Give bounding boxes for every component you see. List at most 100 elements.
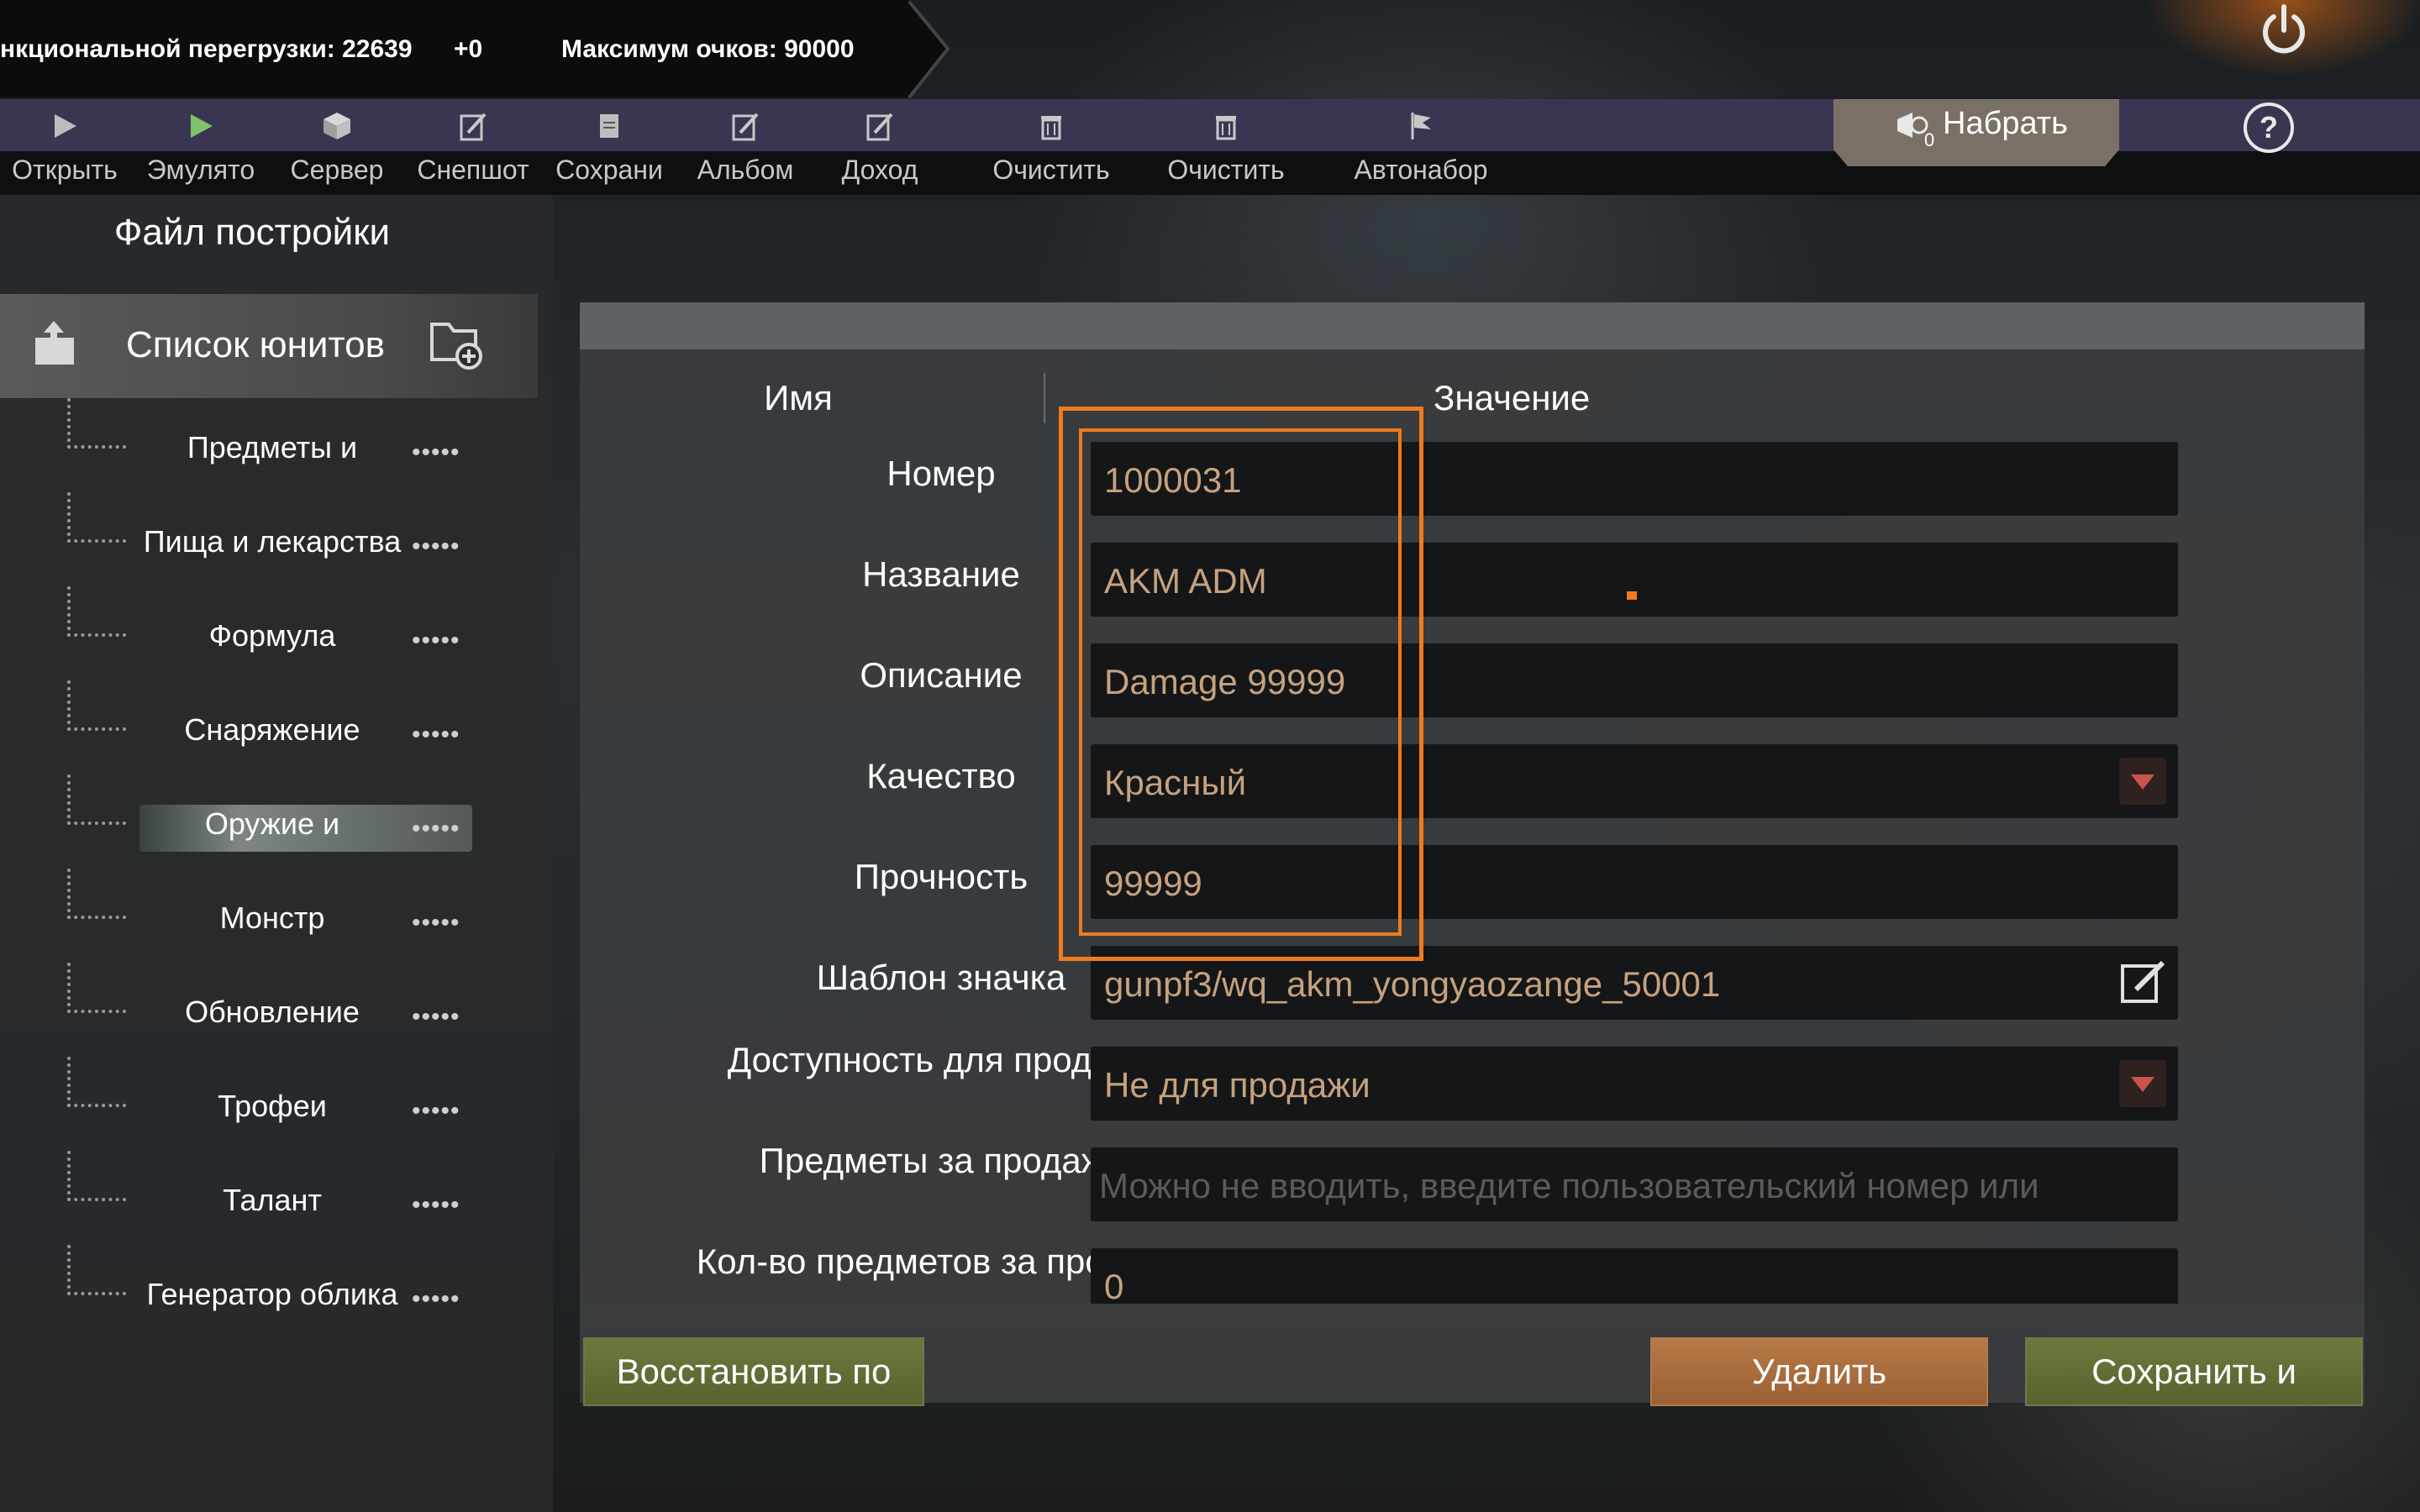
drag-handle-icon[interactable]: ••••• <box>412 1285 460 1314</box>
toolbar-server-button[interactable]: Сервер <box>274 101 400 193</box>
toolbar-clear-button-2[interactable]: Очистить <box>1163 101 1289 193</box>
sidebar-item-monster[interactable]: Монстр ••••• <box>0 869 538 963</box>
sidebar-item-weapons[interactable]: Оружие и ••••• <box>0 774 538 869</box>
panel-header <box>580 302 2365 349</box>
sidebar-item-items[interactable]: Предметы и ••••• <box>0 398 538 492</box>
scroll-clip <box>580 1304 2365 1334</box>
dropdown-arrow-icon[interactable] <box>2119 1060 2166 1107</box>
drag-handle-icon[interactable]: ••••• <box>412 815 460 843</box>
tree-connector <box>67 963 126 1013</box>
play-green-icon <box>191 114 213 138</box>
add-folder-icon[interactable] <box>427 316 486 371</box>
edit-icon[interactable] <box>2118 958 2168 1008</box>
sidebar-item-label: Обновление <box>185 995 360 1029</box>
sidebar-item-label: Формула <box>208 618 336 653</box>
tree-connector <box>67 398 126 449</box>
upload-folder-icon <box>35 321 74 365</box>
sidebar-item-formula[interactable]: Формула ••••• <box>0 586 538 680</box>
toolbar-album-button[interactable]: Альбом <box>682 101 808 193</box>
tree-connector <box>67 680 126 731</box>
help-icon[interactable]: ? <box>2242 101 2296 155</box>
toolbar-label: Очистить <box>1167 155 1285 185</box>
field-value: Не для продажи <box>1104 1065 1370 1105</box>
drag-handle-icon[interactable]: ••••• <box>412 1003 460 1032</box>
unit-list-label: Список юнитов <box>126 324 385 365</box>
overload-text: нкциональной перегрузки: 22639 <box>0 35 413 63</box>
overload-delta: +0 <box>454 35 483 63</box>
edit-icon <box>866 113 893 141</box>
dropdown-arrow-icon[interactable] <box>2119 758 2166 805</box>
toolbar-autoset-button[interactable]: Автонабор <box>1354 101 1488 193</box>
unit-list-header[interactable]: Список юнитов <box>0 294 538 398</box>
sidebar-item-appearance[interactable]: Генератор облика ••••• <box>0 1245 538 1339</box>
toolbar-emulator-button[interactable]: Эмулято <box>138 101 264 193</box>
field-value: gunpf3/wq_akm_yongyaozange_50001 <box>1104 964 1721 1004</box>
sidebar-item-update[interactable]: Обновление ••••• <box>0 963 538 1057</box>
drag-handle-icon[interactable]: ••••• <box>412 627 460 655</box>
sidebar-title: Файл постройки <box>113 212 391 253</box>
column-header-value: Значение <box>1434 378 1591 417</box>
toolbar-label: Автонабор <box>1354 155 1488 185</box>
toolbar-snapshot-button[interactable]: Снепшот <box>410 101 536 193</box>
drag-handle-icon[interactable]: ••••• <box>412 533 460 561</box>
field-placeholder: Можно не вводить, введите пользовательск… <box>1099 1166 2039 1205</box>
toolbar-clear-button-1[interactable]: Очистить <box>988 101 1114 193</box>
sidebar-item-label: Монстр <box>219 900 325 935</box>
nabrat-button[interactable]: 0 Набрать <box>1833 99 2119 166</box>
nabrat-label: Набрать <box>1943 106 2068 141</box>
sidebar-item-talent[interactable]: Талант ••••• <box>0 1151 538 1245</box>
drag-handle-icon[interactable]: ••••• <box>412 1191 460 1220</box>
cursor-marker <box>1627 591 1637 600</box>
edit-icon <box>732 113 759 141</box>
tree-connector <box>67 774 126 825</box>
flag-icon <box>1411 113 1431 139</box>
status-strip: нкциональной перегрузки: 22639 +0 Максим… <box>0 0 948 97</box>
sale-availability-select[interactable]: Не для продажи <box>1091 1047 2178 1121</box>
power-icon[interactable] <box>2259 2 2309 60</box>
tree-connector <box>67 1151 126 1201</box>
toolbar-label: Очистить <box>992 155 1110 185</box>
sidebar-item-label: Предметы и <box>187 430 358 465</box>
trash-icon <box>1041 116 1061 140</box>
box-icon <box>324 113 350 139</box>
toolbar-label: Доход <box>841 155 918 185</box>
save-button[interactable]: Сохранить и <box>2025 1337 2363 1406</box>
tree-connector <box>67 586 126 637</box>
drag-handle-icon[interactable]: ••••• <box>412 721 460 749</box>
max-points-text: Максимум очков: 90000 <box>561 35 855 63</box>
column-header-name: Имя <box>764 378 833 417</box>
document-icon <box>600 114 618 138</box>
toolbar-save-button[interactable]: Сохрани <box>546 101 672 193</box>
svg-text:?: ? <box>2260 110 2278 144</box>
sidebar-item-label: Генератор облика <box>146 1277 398 1311</box>
tree-connector <box>67 492 126 543</box>
highlight-box-inner <box>1079 428 1402 936</box>
tree-connector <box>67 1057 126 1107</box>
drag-handle-icon[interactable]: ••••• <box>412 1097 460 1126</box>
delete-button[interactable]: Удалить <box>1650 1337 1988 1406</box>
sidebar-item-equipment[interactable]: Снаряжение ••••• <box>0 680 538 774</box>
drag-handle-icon[interactable]: ••••• <box>412 438 460 467</box>
tree-connector <box>67 869 126 919</box>
tree-connector <box>67 1245 126 1295</box>
toolbar-income-button[interactable]: Доход <box>817 101 943 193</box>
sidebar-item-label: Пища и лекарства <box>143 524 402 559</box>
play-icon <box>55 114 76 138</box>
status-strip-arrow <box>908 0 950 99</box>
nabrat-badge: 0 <box>1924 129 1935 150</box>
column-divider <box>1044 373 1045 423</box>
properties-panel: Имя Значение Номер 1000031 Название AKM … <box>580 302 2365 1403</box>
sidebar-item-label: Оружие и <box>204 806 340 841</box>
restore-button[interactable]: Восстановить по <box>583 1337 924 1406</box>
drag-handle-icon[interactable]: ••••• <box>412 909 460 937</box>
trash-icon <box>1216 116 1236 140</box>
sidebar-item-label: Снаряжение <box>184 712 360 747</box>
sidebar-item-trophies[interactable]: Трофеи ••••• <box>0 1057 538 1151</box>
sidebar-item-food[interactable]: Пища и лекарства ••••• <box>0 492 538 586</box>
field-value: 0 <box>1104 1267 1124 1306</box>
sidebar-item-label: Талант <box>223 1183 322 1217</box>
edit-icon <box>460 113 487 141</box>
sidebar-item-label: Трофеи <box>218 1089 327 1123</box>
toolbar-open-button[interactable]: Открыть <box>2 101 128 193</box>
sale-items-input[interactable]: Можно не вводить, введите пользовательск… <box>1091 1147 2178 1221</box>
